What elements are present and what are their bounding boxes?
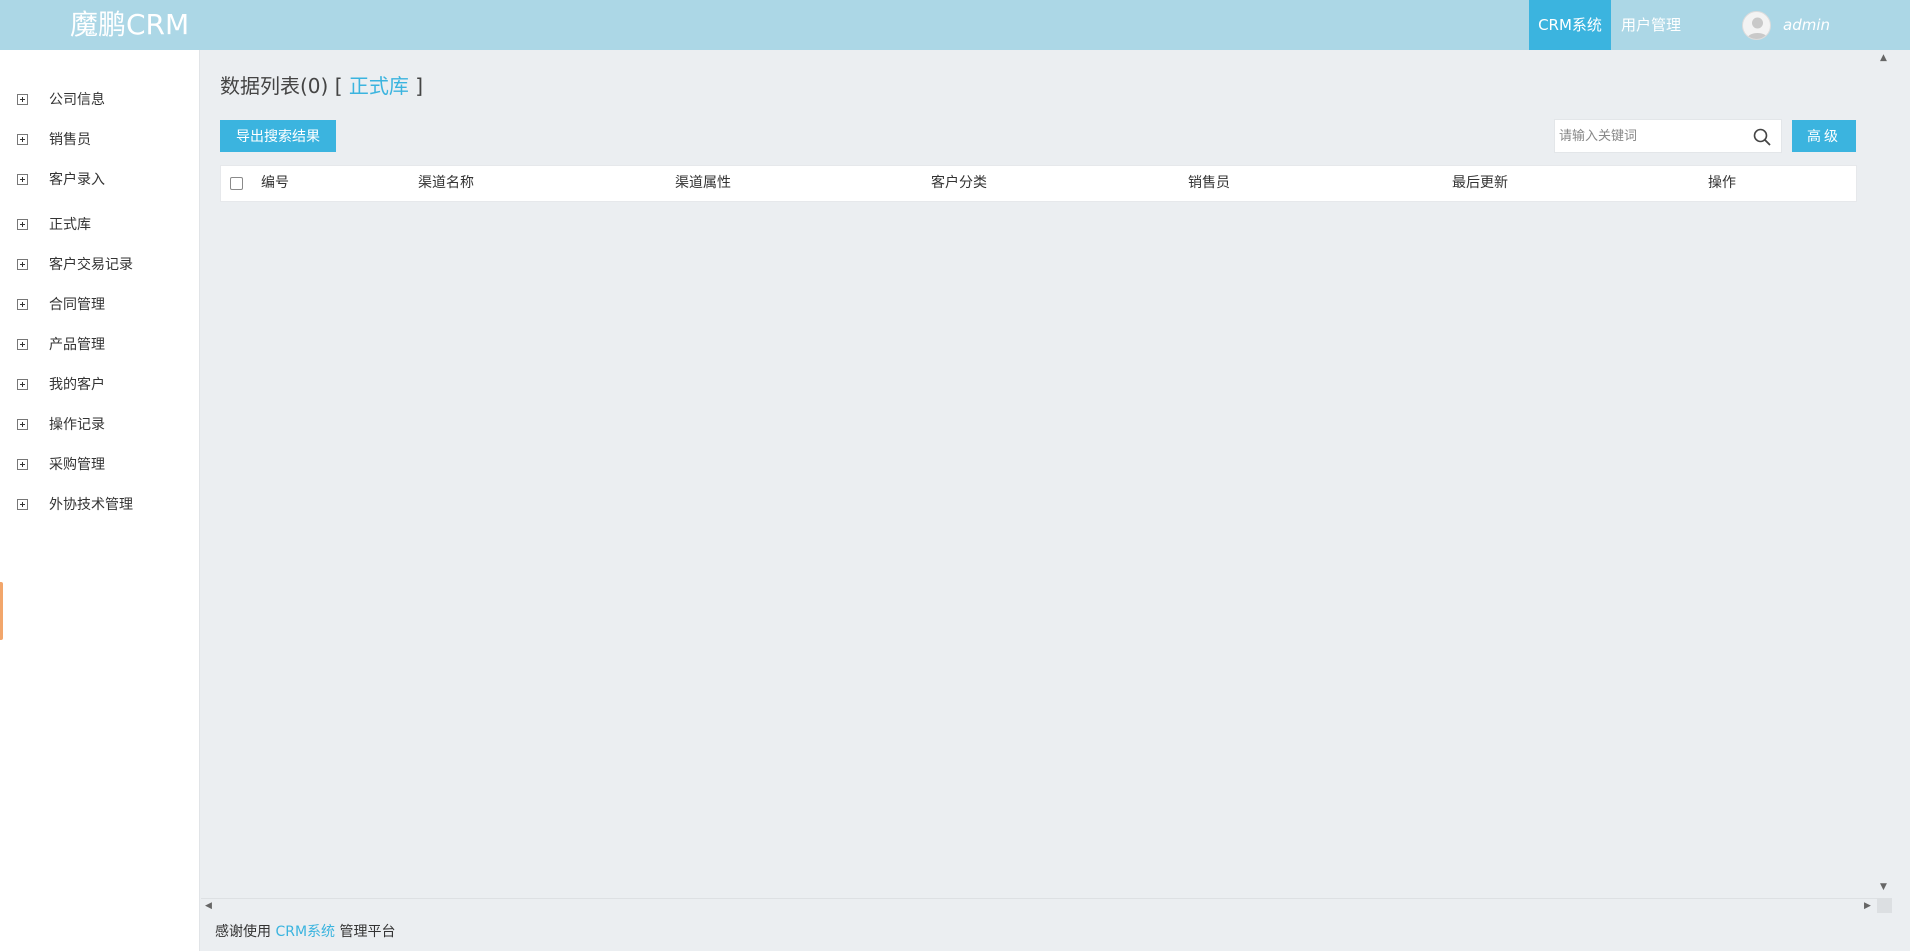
expand-plus-icon[interactable] (17, 94, 28, 105)
avatar[interactable] (1742, 11, 1771, 40)
footer: 感谢使用 CRM系统 管理平台 (201, 913, 1910, 951)
sidebar-item-operation-log[interactable]: 操作记录 (0, 410, 199, 440)
expand-plus-icon[interactable] (17, 174, 28, 185)
user-avatar-icon (1747, 17, 1768, 39)
top-bar: 魔鹏CRM CRM系统 用户管理 admin (0, 0, 1910, 50)
page-title: 数据列表(0) [ 正式库 ] (220, 72, 423, 100)
column-header-actions[interactable]: 操作 (1708, 166, 1736, 201)
nav-user-management[interactable]: 用户管理 (1612, 0, 1690, 50)
horizontal-scrollbar[interactable]: ◀ ▶ (201, 898, 1877, 913)
footer-prefix: 感谢使用 (215, 924, 271, 940)
expand-plus-icon[interactable] (17, 299, 28, 310)
expand-plus-icon[interactable] (17, 379, 28, 390)
column-header-channel-attribute[interactable]: 渠道属性 (675, 166, 731, 201)
sidebar-item-product-management[interactable]: 产品管理 (0, 330, 199, 360)
scroll-down-icon[interactable]: ▼ (1880, 882, 1887, 892)
column-header-id[interactable]: 编号 (261, 166, 289, 201)
breadcrumb-close: ] (415, 74, 424, 98)
breadcrumb-open: [ (334, 74, 343, 98)
expand-plus-icon[interactable] (17, 419, 28, 430)
scrollbar-corner (1877, 898, 1892, 913)
sidebar-item-label: 客户录入 (49, 172, 105, 188)
sidebar-item-purchase-management[interactable]: 采购管理 (0, 450, 199, 480)
current-user-name[interactable]: admin (1783, 0, 1830, 50)
expand-plus-icon[interactable] (17, 499, 28, 510)
app-logo[interactable]: 魔鹏CRM (70, 8, 189, 42)
sidebar-item-label: 正式库 (49, 217, 91, 233)
search-icon[interactable] (1752, 127, 1772, 147)
expand-plus-icon[interactable] (17, 339, 28, 350)
sidebar-item-outsourced-tech[interactable]: 外协技术管理 (0, 490, 199, 520)
column-header-customer-category[interactable]: 客户分类 (931, 166, 987, 201)
sidebar-item-label: 客户交易记录 (49, 257, 133, 273)
sidebar-item-customer-transactions[interactable]: 客户交易记录 (0, 250, 199, 280)
scroll-up-icon[interactable]: ▲ (1880, 53, 1887, 63)
sidebar-item-label: 公司信息 (49, 92, 105, 108)
column-header-salesperson[interactable]: 销售员 (1188, 166, 1230, 201)
sidebar-item-label: 我的客户 (49, 377, 105, 393)
sidebar-item-label: 销售员 (49, 132, 91, 148)
footer-suffix: 管理平台 (339, 924, 396, 940)
sidebar-item-label: 采购管理 (49, 457, 105, 473)
advanced-search-button[interactable]: 高级 (1792, 120, 1856, 152)
breadcrumb-link[interactable]: 正式库 (349, 74, 409, 98)
search-input[interactable] (1559, 121, 1744, 151)
sidebar: 公司信息 销售员 客户录入 正式库 客户交易记录 合同管理 产品管理 我的客户 … (0, 50, 200, 951)
sidebar-item-label: 外协技术管理 (49, 497, 133, 513)
select-all-checkbox[interactable] (230, 177, 243, 190)
column-header-last-updated[interactable]: 最后更新 (1452, 166, 1508, 201)
sidebar-item-customer-entry[interactable]: 客户录入 (0, 165, 199, 195)
footer-brand-link[interactable]: CRM系统 (275, 924, 335, 940)
sidebar-edge-tab (0, 582, 3, 640)
export-results-button[interactable]: 导出搜索结果 (220, 120, 336, 152)
sidebar-item-contract-management[interactable]: 合同管理 (0, 290, 199, 320)
expand-plus-icon[interactable] (17, 259, 28, 270)
scroll-right-icon[interactable]: ▶ (1864, 901, 1871, 911)
main-content: 数据列表(0) [ 正式库 ] 导出搜索结果 高级 编号 渠道名称 渠道属性 客… (201, 50, 1877, 898)
data-table: 编号 渠道名称 渠道属性 客户分类 销售员 最后更新 操作 (220, 165, 1857, 202)
expand-plus-icon[interactable] (17, 134, 28, 145)
vertical-scrollbar[interactable]: ▲ ▼ (1877, 50, 1892, 898)
sidebar-item-formal-library[interactable]: 正式库 (0, 210, 199, 240)
expand-plus-icon[interactable] (17, 459, 28, 470)
expand-plus-icon[interactable] (17, 219, 28, 230)
sidebar-item-label: 产品管理 (49, 337, 105, 353)
sidebar-item-my-customers[interactable]: 我的客户 (0, 370, 199, 400)
sidebar-item-salesperson[interactable]: 销售员 (0, 125, 199, 155)
page-title-text: 数据列表(0) (220, 74, 329, 98)
search-box (1554, 119, 1782, 153)
sidebar-item-label: 操作记录 (49, 417, 105, 433)
nav-crm-system[interactable]: CRM系统 (1529, 0, 1611, 50)
sidebar-item-label: 合同管理 (49, 297, 105, 313)
sidebar-item-company-info[interactable]: 公司信息 (0, 85, 199, 115)
scroll-left-icon[interactable]: ◀ (205, 901, 212, 911)
column-header-channel-name[interactable]: 渠道名称 (418, 166, 474, 201)
